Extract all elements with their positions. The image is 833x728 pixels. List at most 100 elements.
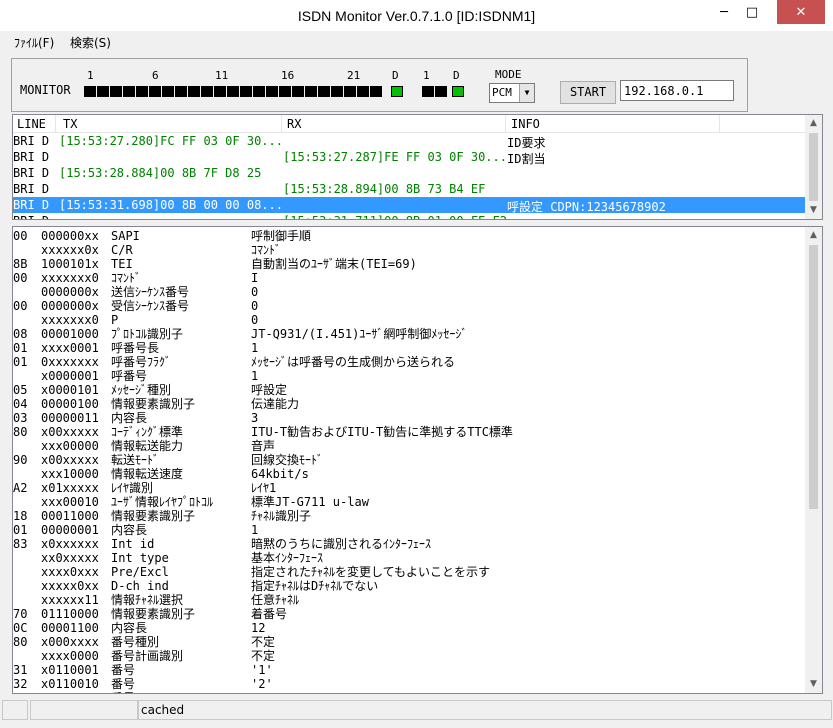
channel-number: 1 <box>87 69 94 82</box>
column-divider[interactable] <box>281 115 282 132</box>
menu-file[interactable]: ﾌｧｲﾙ(F) <box>14 34 54 51</box>
frame-list-scrollbar[interactable]: ▲ ▼ <box>805 115 822 219</box>
detail-row[interactable]: xxxx0xxx Pre/Excl 指定されたﾁｬﾈﾙを変更してもよいことを示す <box>13 565 803 579</box>
mode-select[interactable]: PCM ▼ <box>489 83 535 103</box>
list-item[interactable]: BRI D [15:53:27.280]FC FF 03 0F 30... ID要求 <box>13 133 808 150</box>
list-item[interactable]: BRI D [15:53:31.711]00 8B 01 00 FE F2 <box>13 213 808 219</box>
detail-row[interactable]: xxxxxx11 情報ﾁｬﾈﾙ選択 任意ﾁｬﾈﾙ <box>13 593 803 607</box>
led-indicator <box>435 86 447 97</box>
detail-row[interactable]: xxxxxxx0 P 0 <box>13 313 803 327</box>
detail-row[interactable]: 05 x0000101 ﾒｯｾｰｼﾞ種別 呼設定 <box>13 383 803 397</box>
scroll-up-icon[interactable]: ▲ <box>805 227 822 244</box>
column-header-tx[interactable]: TX <box>63 117 77 131</box>
detail-cell-bits: 0xxxxxxx <box>41 355 99 369</box>
column-divider[interactable] <box>505 115 506 132</box>
detail-row[interactable]: x0000001 呼番号 1 <box>13 369 803 383</box>
menu-search[interactable]: 検索(S) <box>70 34 111 51</box>
detail-row[interactable]: 80 x000xxxx 番号種別 不定 <box>13 635 803 649</box>
list-item[interactable]: BRI D [15:53:27.287]FE FF 03 0F 30... ID割当 <box>13 149 808 166</box>
led-indicator <box>292 86 304 97</box>
detail-cell-bits: 00000001 <box>41 523 99 537</box>
detail-row[interactable]: 01 xxxx0001 呼番号長 1 <box>13 341 803 355</box>
detail-cell-field: ｺﾏﾝﾄﾞ <box>111 271 142 285</box>
detail-row[interactable]: 03 00000011 内容長 3 <box>13 411 803 425</box>
title-bar[interactable]: ISDN Monitor Ver.0.7.1.0 [ID:ISDNM1] ─ □… <box>0 0 833 32</box>
scroll-thumb[interactable] <box>809 133 818 201</box>
start-button[interactable]: START <box>560 81 616 104</box>
detail-row[interactable]: 32 x0110010 番号 '2' <box>13 677 803 691</box>
chevron-down-icon[interactable]: ▼ <box>519 84 534 102</box>
scroll-thumb[interactable] <box>809 245 818 509</box>
list-item[interactable]: BRI D [15:53:28.894]00 8B 73 B4 EF <box>13 181 808 197</box>
detail-cell-bits: x01xxxxx <box>41 481 99 495</box>
detail-cell-hex: 0C <box>13 621 28 635</box>
detail-row[interactable]: 00 xxxxxxx0 ｺﾏﾝﾄﾞ I <box>13 271 803 285</box>
detail-row[interactable]: 0000000x 送信ｼｰｹﾝｽ番号 0 <box>13 285 803 299</box>
close-icon[interactable]: ✕ <box>777 0 825 24</box>
detail-row[interactable]: xxxxxx0x C/R ｺﾏﾝﾄﾞ <box>13 243 803 257</box>
detail-cell-bits: 00001100 <box>41 621 99 635</box>
detail-row[interactable]: 08 00001000 ﾌﾟﾛﾄｺﾙ識別子 JT-Q931/(I.451)ﾕｰｻﾞ網呼… <box>13 327 803 341</box>
frame-detail[interactable]: 00 000000xx SAPI 呼制御手順 xxxxxx0x C/R ｺﾏﾝﾄﾞ 8B 100… <box>12 226 823 694</box>
detail-cell-field: 番号 <box>111 677 136 691</box>
list-cell-line: BRI D <box>13 182 50 196</box>
detail-row[interactable]: xxx00010 ﾕｰｻﾞ情報ﾚｲﾔﾌﾟﾛﾄｺﾙ 標準JT-G711 u-law <box>13 495 803 509</box>
detail-row[interactable]: xxxxx0xx D-ch ind 指定ﾁｬﾈﾙはDﾁｬﾈﾙでない <box>13 579 803 593</box>
detail-row[interactable]: 01 0xxxxxxx 呼番号ﾌﾗｸﾞ ﾒｯｾｰｼﾞは呼番号の生成側から送られる <box>13 355 803 369</box>
scroll-down-icon[interactable]: ▼ <box>805 676 822 693</box>
minimize-icon[interactable]: ─ <box>710 0 738 24</box>
detail-row[interactable]: 83 x0xxxxxx Int id 暗黙のうちに識別されるｲﾝﾀｰﾌｪｰｽ <box>13 537 803 551</box>
detail-row[interactable]: xx0xxxxx Int type 基本ｲﾝﾀｰﾌｪｰｽ <box>13 551 803 565</box>
column-header-info[interactable]: INFO <box>511 117 540 131</box>
detail-cell-hex: 31 <box>13 663 28 677</box>
detail-row[interactable]: 33 x0110011 番号 '3' <box>13 691 803 693</box>
column-header-line[interactable]: LINE <box>17 117 46 131</box>
led-indicator <box>331 86 343 97</box>
detail-cell-hex: 03 <box>13 411 28 425</box>
column-divider[interactable] <box>55 115 56 132</box>
column-divider[interactable] <box>719 115 720 132</box>
detail-cell-value: 自動割当のﾕｰｻﾞ端末(TEI=69) <box>251 257 417 271</box>
detail-row[interactable]: xxx10000 情報転送速度 64kbit/s <box>13 467 803 481</box>
detail-row[interactable]: 70 01110000 情報要素識別子 着番号 <box>13 607 803 621</box>
scroll-up-icon[interactable]: ▲ <box>805 115 822 132</box>
detail-cell-field: 内容長 <box>111 621 148 635</box>
detail-row[interactable]: 90 x00xxxxx 転送ﾓｰﾄﾞ 回線交換ﾓｰﾄﾞ <box>13 453 803 467</box>
scroll-down-icon[interactable]: ▼ <box>805 202 822 219</box>
detail-cell-hex: 33 <box>13 691 27 693</box>
maximize-icon[interactable]: □ <box>738 0 766 24</box>
ip-address-input[interactable]: 192.168.0.1 <box>620 80 734 101</box>
detail-row[interactable]: A2 x01xxxxx ﾚｲﾔ識別 ﾚｲﾔ1 <box>13 481 803 495</box>
detail-row[interactable]: 8B 1000101x TEI 自動割当のﾕｰｻﾞ端末(TEI=69) <box>13 257 803 271</box>
detail-cell-field: 呼番号長 <box>111 341 160 355</box>
detail-row[interactable]: 00 000000xx SAPI 呼制御手順 <box>13 229 803 243</box>
frame-list[interactable]: LINE TX RX INFO BRI D [15:53:27.280]FC FF… <box>12 114 823 220</box>
detail-cell-bits: xxx00000 <box>41 439 99 453</box>
detail-row[interactable]: xxxx0000 番号計画識別 不定 <box>13 649 803 663</box>
detail-row[interactable]: 18 00011000 情報要素識別子 ﾁｬﾈﾙ識別子 <box>13 509 803 523</box>
detail-row[interactable]: 0C 00001100 内容長 12 <box>13 621 803 635</box>
list-cell-rx: [15:53:28.894]00 8B 73 B4 EF <box>283 182 486 196</box>
detail-cell-bits: xxxxxx11 <box>41 593 99 607</box>
column-header-rx[interactable]: RX <box>287 117 301 131</box>
detail-row[interactable]: 01 00000001 内容長 1 <box>13 523 803 537</box>
list-cell-tx: [15:53:28.884]00 8B 7F D8 25 <box>59 166 262 180</box>
detail-cell-bits: xxxx0xxx <box>41 565 99 579</box>
detail-cell-field: 受信ｼｰｹﾝｽ番号 <box>111 299 190 313</box>
list-item[interactable]: BRI D [15:53:28.884]00 8B 7F D8 25 <box>13 165 808 181</box>
list-cell-line: BRI D <box>13 150 50 164</box>
frame-detail-scrollbar[interactable]: ▲ ▼ <box>805 227 822 693</box>
detail-row[interactable]: 31 x0110001 番号 '1' <box>13 663 803 677</box>
detail-row[interactable]: 00 0000000x 受信ｼｰｹﾝｽ番号 0 <box>13 299 803 313</box>
detail-row[interactable]: xxx00000 情報転送能力 音声 <box>13 439 803 453</box>
status-bar: cached <box>0 697 833 728</box>
detail-row[interactable]: 80 x00xxxxx ｺｰﾃﾞｨﾝｸﾞ標準 ITU-T勧告およびITU-T勧告に準拠… <box>13 425 803 439</box>
list-item[interactable]: BRI D [15:53:31.698]00 8B 00 00 08... 呼設定 … <box>13 197 808 214</box>
detail-row[interactable]: 04 00000100 情報要素識別子 伝達能力 <box>13 397 803 411</box>
led-indicator <box>136 86 148 97</box>
detail-cell-value: ITU-T勧告およびITU-T勧告に準拠するTTC標準 <box>251 425 513 439</box>
list-cell-tx: [15:53:31.698]00 8B 00 00 08... <box>59 198 283 212</box>
detail-cell-hex: 05 <box>13 383 28 397</box>
detail-cell-hex: 08 <box>13 327 28 341</box>
detail-cell-value: 基本ｲﾝﾀｰﾌｪｰｽ <box>251 551 324 565</box>
